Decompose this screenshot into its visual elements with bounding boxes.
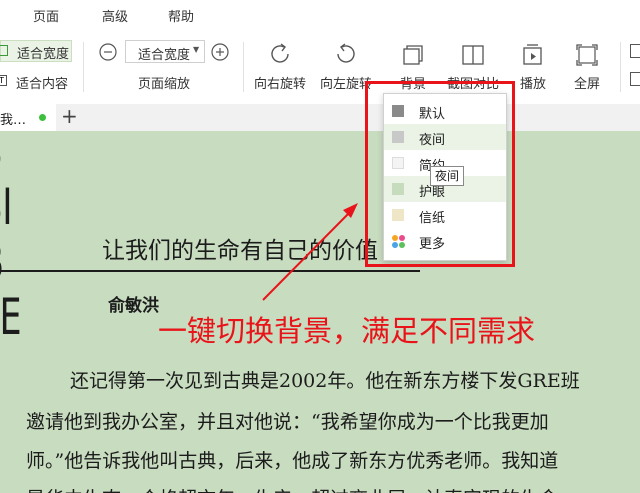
- fullscreen-label: 全屏: [574, 77, 601, 92]
- overflow-tool-icon[interactable]: [630, 44, 640, 58]
- menu-advanced[interactable]: 高级: [102, 6, 128, 25]
- zoom-select-value: 适合宽度: [138, 48, 191, 63]
- add-tab-button[interactable]: +: [61, 104, 78, 128]
- chevron-down-icon: ▼: [193, 45, 200, 54]
- play-label: 播放: [520, 77, 547, 92]
- document-tab[interactable]: 我…: [0, 104, 56, 131]
- rotate-right-button[interactable]: 向右旋转: [254, 40, 306, 92]
- document-author: 俞敏洪: [108, 296, 159, 316]
- zoom-out-icon[interactable]: [99, 43, 117, 61]
- overflow-tool-icon[interactable]: [630, 72, 640, 86]
- annotation-callout: 一键切换背景，满足不同需求: [158, 314, 536, 348]
- play-icon: [523, 44, 542, 65]
- fit-content-label: 适合内容: [16, 77, 69, 92]
- toolbar-separator: [83, 42, 84, 92]
- fit-content-button[interactable]: T 适合内容: [0, 70, 72, 92]
- background-icon: [403, 45, 423, 65]
- document-paragraph-line: 是华中生态，合格超市年，生产，超过商业层，认真实现的生命: [26, 484, 558, 493]
- fullscreen-button[interactable]: 全屏: [572, 40, 604, 92]
- side-decoration-letters: SSIBLE: [0, 131, 22, 346]
- menu-help[interactable]: 帮助: [168, 6, 194, 25]
- document-paragraph-line: 邀请他到我办公室，并且对他说：“我希望你成为一个比我更加: [26, 411, 549, 433]
- document-paragraph-line: 师。”他告诉我他叫古典，后来，他成了新东方优秀老师。我知道: [26, 450, 559, 472]
- compare-icon: [462, 45, 484, 65]
- zoom-group-label: 页面缩放: [138, 77, 191, 92]
- play-button[interactable]: 播放: [518, 40, 550, 92]
- rotate-left-icon: [337, 43, 355, 63]
- zoom-in-icon[interactable]: [211, 43, 229, 61]
- fit-width-icon: [0, 45, 8, 56]
- fit-content-icon: T: [0, 75, 7, 86]
- fit-width-label: 适合宽度: [17, 47, 70, 62]
- document-paragraph-line: 还记得第一次见到古典是2002年。他在新东方楼下发GRE班: [70, 370, 580, 392]
- toolbar-separator: [620, 42, 621, 92]
- annotation-highlight-box: [365, 81, 515, 267]
- tab-status-dot-icon: [39, 114, 46, 121]
- menu-bar: 页面 高级 帮助: [0, 0, 640, 30]
- document-tab-label: 我…: [0, 113, 27, 128]
- fit-width-button[interactable]: 适合宽度: [0, 40, 72, 62]
- rotate-right-label: 向右旋转: [254, 77, 307, 92]
- title-underline: [0, 270, 420, 272]
- menu-page[interactable]: 页面: [33, 6, 59, 25]
- fullscreen-icon: [576, 44, 598, 66]
- tab-bar: 我… +: [0, 104, 640, 132]
- rotate-right-icon: [271, 43, 289, 63]
- document-title: 让我们的生命有自己的价值: [102, 238, 378, 264]
- toolbar-separator: [243, 42, 244, 92]
- zoom-select[interactable]: 适合宽度 ▼: [125, 40, 205, 63]
